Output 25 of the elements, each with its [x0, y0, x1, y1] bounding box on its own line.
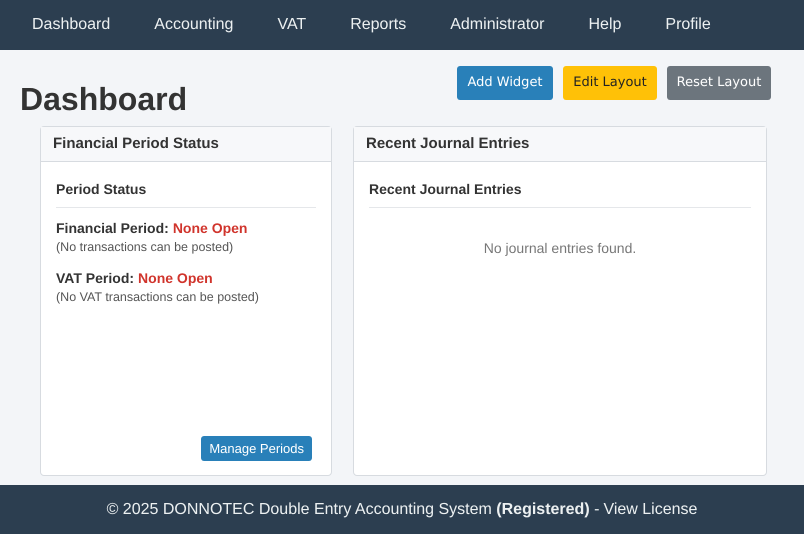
- nav-link[interactable]: Profile: [665, 13, 711, 37]
- status-note: (No VAT transactions can be posted): [56, 289, 260, 305]
- nav-link[interactable]: VAT: [277, 13, 306, 37]
- nav-link[interactable]: Dashboard: [32, 13, 110, 37]
- status-label: VAT Period:: [56, 269, 134, 288]
- status-value: None Open: [172, 219, 248, 238]
- page-title: Dashboard: [20, 80, 188, 119]
- add-widget-button[interactable]: Add Widget: [457, 66, 553, 100]
- status-value: None Open: [138, 269, 213, 288]
- card-title: Financial Period Status: [53, 134, 219, 154]
- reset-layout-button[interactable]: Reset Layout: [667, 66, 771, 100]
- status-note: (No transactions can be posted): [56, 239, 234, 255]
- empty-message: No journal entries found.: [484, 239, 636, 258]
- edit-layout-button[interactable]: Edit Layout: [563, 66, 657, 100]
- nav-link[interactable]: Reports: [350, 13, 406, 37]
- section-title: Period Status: [56, 181, 146, 197]
- manage-periods-button[interactable]: Manage Periods: [201, 436, 312, 461]
- nav-link[interactable]: Administrator: [450, 13, 544, 37]
- license-link[interactable]: View License: [603, 498, 698, 522]
- nav-link[interactable]: Accounting: [154, 13, 234, 37]
- section-title: Recent Journal Entries: [369, 181, 522, 197]
- status-label: Financial Period:: [56, 219, 169, 238]
- copyright-text: © 2025 DONNOTEC Double Entry Accounting System (Registered) -: [106, 500, 600, 520]
- card-title: Recent Journal Entries: [366, 134, 530, 154]
- nav-link[interactable]: Help: [588, 13, 622, 37]
